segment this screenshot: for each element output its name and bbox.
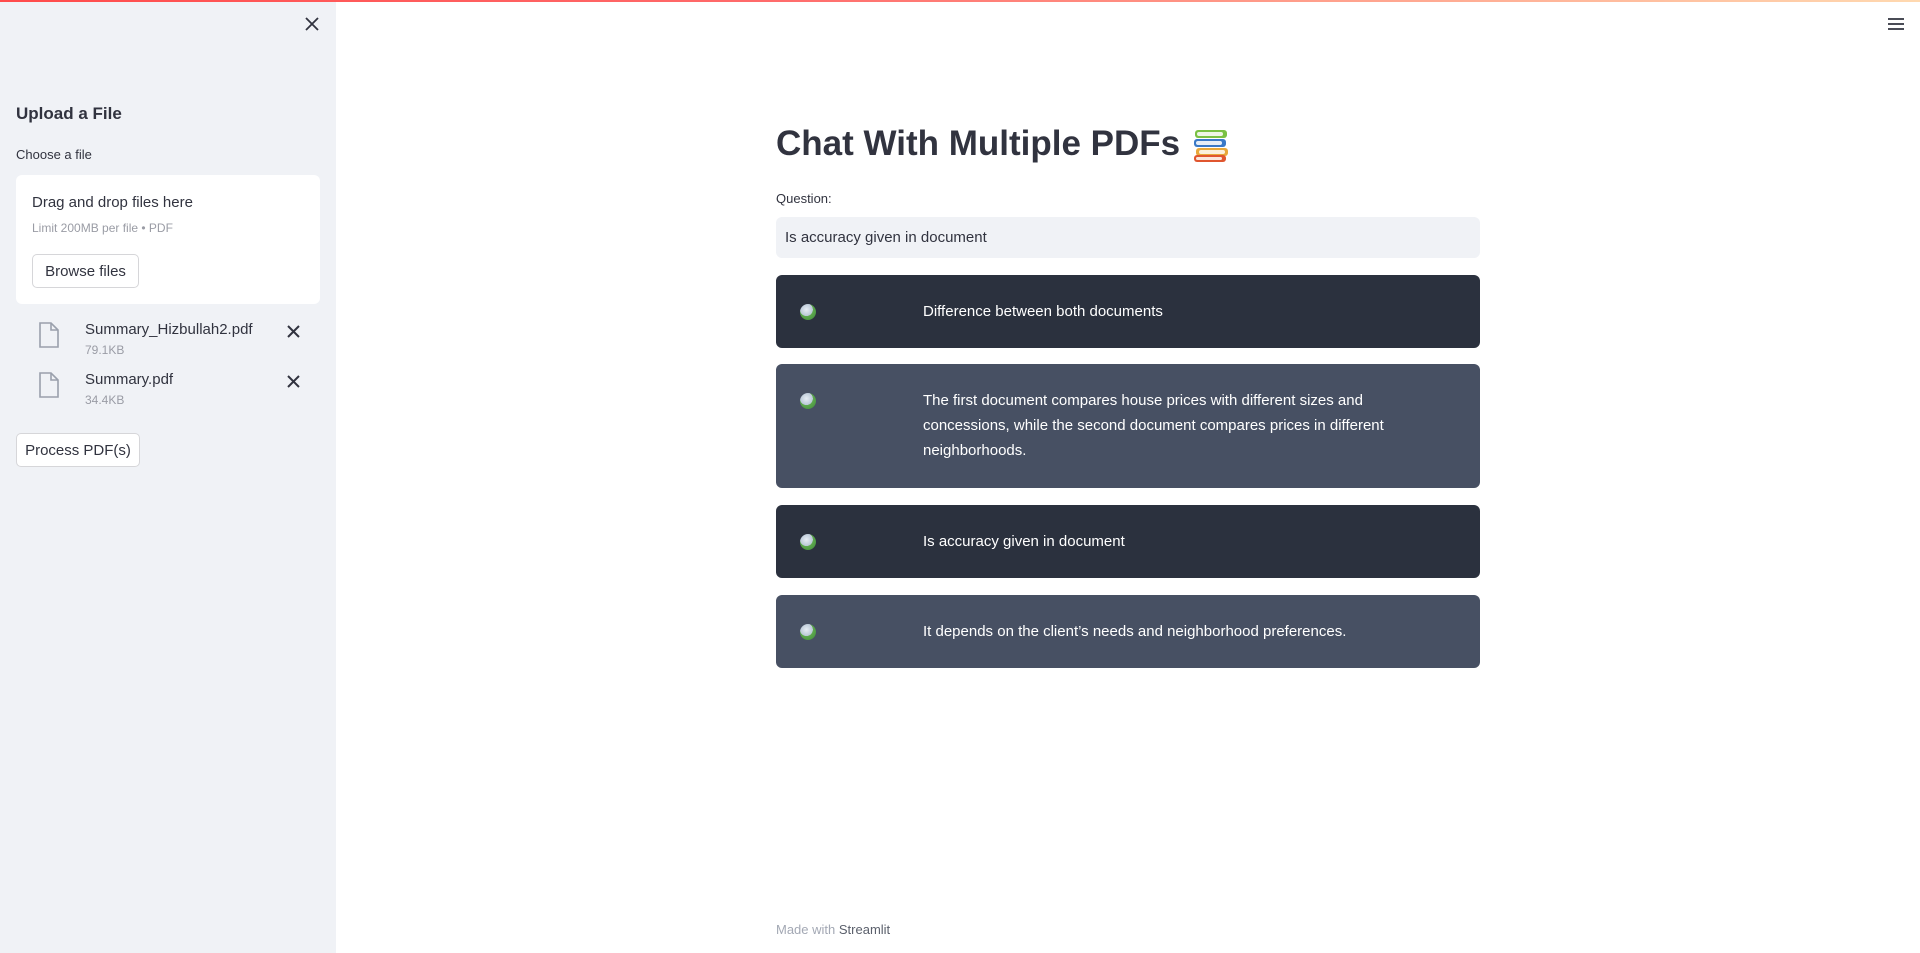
browse-files-button[interactable]: Browse files [32, 254, 139, 288]
dropzone-limit: Limit 200MB per file • PDF [32, 221, 173, 235]
process-pdfs-button[interactable]: Process PDF(s) [16, 433, 140, 467]
avatar-icon [800, 624, 816, 640]
message-text: It depends on the client’s needs and nei… [923, 623, 1347, 640]
question-input[interactable] [776, 217, 1480, 258]
sidebar-close-button[interactable] [300, 12, 324, 36]
chat-message-user: Is accuracy given in document [776, 505, 1480, 578]
file-icon [39, 322, 59, 348]
footer-prefix: Made with [776, 922, 836, 937]
file-dropzone[interactable]: Drag and drop files here Limit 200MB per… [16, 175, 320, 304]
sidebar: Upload a File Choose a file Drag and dro… [0, 0, 336, 953]
close-icon [286, 374, 300, 388]
file-name: Summary.pdf [85, 371, 174, 388]
close-icon [286, 324, 300, 338]
uploaded-file-item: Summary.pdf 34.4KB [16, 368, 320, 412]
page-title-text: Chat With Multiple PDFs [776, 124, 1181, 163]
remove-file-button[interactable] [282, 320, 304, 342]
file-name: Summary_Hizbullah2.pdf [85, 321, 253, 338]
avatar-icon [800, 304, 816, 320]
file-icon [39, 372, 59, 398]
message-text: Difference between both documents [923, 303, 1163, 320]
hamburger-menu-icon [1888, 18, 1904, 30]
file-size: 79.1KB [85, 343, 125, 357]
file-size: 34.4KB [85, 393, 125, 407]
page-title: Chat With Multiple PDFs [776, 124, 1230, 164]
chat-message-bot: It depends on the client’s needs and nei… [776, 595, 1480, 668]
question-label: Question: [776, 191, 832, 206]
streamlit-link[interactable]: Streamlit [839, 922, 890, 937]
close-icon [305, 17, 319, 31]
remove-file-button[interactable] [282, 370, 304, 392]
avatar-icon [800, 393, 816, 409]
message-text: Is accuracy given in document [923, 533, 1125, 550]
sidebar-header: Upload a File [16, 104, 122, 123]
message-text: The first document compares house prices… [923, 392, 1384, 459]
uploader-label: Choose a file [16, 147, 92, 162]
uploaded-file-item: Summary_Hizbullah2.pdf 79.1KB [16, 318, 320, 362]
footer: Made with Streamlit [776, 922, 890, 937]
books-icon [1194, 130, 1229, 162]
chat-message-bot: The first document compares house prices… [776, 364, 1480, 488]
chat-message-user: Difference between both documents [776, 275, 1480, 348]
dropzone-title: Drag and drop files here [32, 194, 193, 211]
top-decoration-bar [0, 0, 1920, 2]
avatar-icon [800, 534, 816, 550]
main-menu-button[interactable] [1884, 14, 1908, 34]
